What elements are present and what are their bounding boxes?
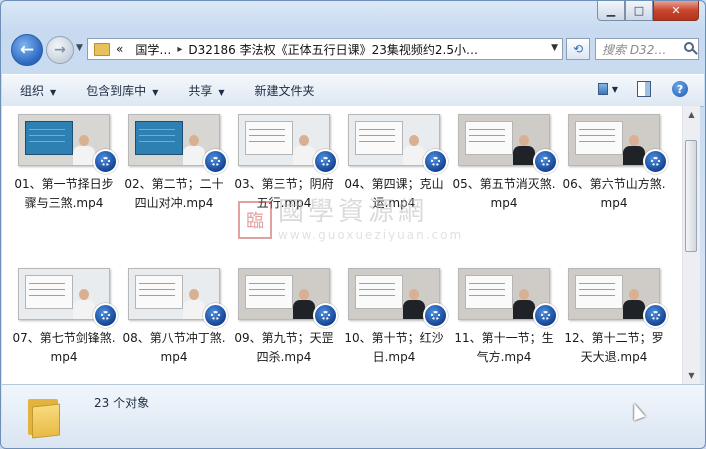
file-item[interactable]: 06、第六节山方煞.mp4 bbox=[559, 114, 669, 213]
media-player-icon bbox=[313, 303, 338, 328]
dropdown-arrow-icon: ▼ bbox=[218, 88, 225, 97]
file-name: 07、第七节剑锋煞.mp4 bbox=[12, 331, 116, 364]
organize-label: 组织 bbox=[20, 84, 45, 98]
file-item[interactable]: 12、第十二节；罗天大退.mp4 bbox=[559, 268, 669, 367]
share-label: 共享 bbox=[188, 84, 213, 98]
folder-icon bbox=[28, 395, 62, 439]
file-name: 11、第十一节；生气方.mp4 bbox=[454, 331, 554, 364]
video-thumbnail bbox=[128, 268, 228, 328]
file-name: 08、第八节冲丁煞.mp4 bbox=[122, 331, 226, 364]
view-icon bbox=[598, 83, 608, 95]
file-item[interactable]: 10、第十节；红沙日.mp4 bbox=[339, 268, 449, 367]
media-player-icon bbox=[423, 149, 448, 174]
file-name: 04、第四课；克山运.mp4 bbox=[344, 177, 444, 210]
new-folder-button[interactable]: 新建文件夹 bbox=[255, 82, 315, 99]
media-player-icon bbox=[203, 303, 228, 328]
media-player-icon bbox=[203, 149, 228, 174]
file-item[interactable]: 04、第四课；克山运.mp4 bbox=[339, 114, 449, 213]
media-player-icon bbox=[423, 303, 448, 328]
file-name: 12、第十二节；罗天大退.mp4 bbox=[564, 331, 664, 364]
file-name: 01、第一节择日步骤与三煞.mp4 bbox=[14, 177, 114, 210]
address-overflow[interactable]: « bbox=[116, 42, 123, 56]
folder-icon bbox=[94, 42, 110, 56]
video-thumbnail bbox=[458, 268, 558, 328]
file-name: 03、第三节；阴府五行.mp4 bbox=[234, 177, 334, 210]
video-thumbnail bbox=[18, 114, 118, 174]
help-button[interactable]: ? bbox=[670, 80, 690, 98]
new-folder-label: 新建文件夹 bbox=[254, 84, 315, 98]
navigation-bar: ← → ▼ « 国学… ▸ D32186 李法权《正体五行日课》23集视频约2.… bbox=[9, 34, 699, 66]
file-name: 02、第二节；二十四山对冲.mp4 bbox=[124, 177, 224, 210]
file-list[interactable]: 01、第一节择日步骤与三煞.mp4 02、第二节；二十四山对冲.mp4 03、第三节… bbox=[2, 106, 682, 384]
minimize-button[interactable]: ▁ bbox=[597, 1, 625, 21]
video-thumbnail bbox=[128, 114, 228, 174]
breadcrumb-part-1[interactable]: 国学… bbox=[135, 41, 171, 58]
item-count: 23 个对象 bbox=[94, 396, 150, 410]
media-player-icon bbox=[643, 303, 668, 328]
video-thumbnail bbox=[458, 114, 558, 174]
media-player-icon bbox=[313, 149, 338, 174]
file-name: 05、第五节消灭煞.mp4 bbox=[452, 177, 556, 210]
file-item[interactable]: 08、第八节冲丁煞.mp4 bbox=[119, 268, 229, 367]
dropdown-arrow-icon: ▼ bbox=[50, 88, 57, 97]
video-thumbnail bbox=[348, 114, 448, 174]
search-input[interactable]: 搜索 D32… bbox=[595, 38, 699, 60]
video-thumbnail bbox=[568, 268, 668, 328]
help-icon: ? bbox=[672, 81, 688, 97]
forward-button[interactable]: → bbox=[46, 36, 74, 64]
refresh-button[interactable]: ⟲ bbox=[566, 38, 590, 60]
scroll-up-icon[interactable]: ▲ bbox=[683, 106, 700, 123]
breadcrumb-separator[interactable]: ▸ bbox=[177, 44, 182, 55]
command-toolbar: 组织 ▼ 包含到库中 ▼ 共享 ▼ 新建文件夹 ▼ ? bbox=[2, 74, 704, 107]
window-caption-buttons: ▁ □ ✕ bbox=[597, 1, 699, 21]
media-player-icon bbox=[93, 303, 118, 328]
search-placeholder: 搜索 D32… bbox=[602, 42, 667, 57]
preview-pane-button[interactable] bbox=[634, 80, 654, 98]
scroll-down-icon[interactable]: ▼ bbox=[683, 367, 700, 384]
explorer-window: ▁ □ ✕ ← → ▼ « 国学… ▸ D32186 李法权《正体五行日课》23… bbox=[0, 0, 706, 449]
file-item[interactable]: 11、第十一节；生气方.mp4 bbox=[449, 268, 559, 367]
recent-pages-dropdown[interactable]: ▼ bbox=[76, 43, 83, 53]
video-thumbnail bbox=[348, 268, 448, 328]
organize-menu[interactable]: 组织 ▼ bbox=[20, 82, 56, 99]
file-name: 10、第十节；红沙日.mp4 bbox=[344, 331, 444, 364]
media-player-icon bbox=[93, 149, 118, 174]
file-item[interactable]: 07、第七节剑锋煞.mp4 bbox=[9, 268, 119, 367]
change-view-button[interactable]: ▼ bbox=[598, 80, 618, 98]
share-menu[interactable]: 共享 ▼ bbox=[188, 82, 224, 99]
address-dropdown-icon[interactable]: ▼ bbox=[551, 43, 558, 53]
file-item[interactable]: 05、第五节消灭煞.mp4 bbox=[449, 114, 559, 213]
scrollbar-thumb[interactable] bbox=[685, 140, 697, 252]
close-button[interactable]: ✕ bbox=[653, 1, 699, 21]
video-thumbnail bbox=[238, 114, 338, 174]
file-item[interactable]: 03、第三节；阴府五行.mp4 bbox=[229, 114, 339, 213]
file-name: 09、第九节；天罡四杀.mp4 bbox=[234, 331, 334, 364]
toolbar-right-group: ▼ ? bbox=[598, 80, 690, 98]
file-item[interactable]: 01、第一节择日步骤与三煞.mp4 bbox=[9, 114, 119, 213]
maximize-button[interactable]: □ bbox=[625, 1, 653, 21]
chevron-down-icon: ▼ bbox=[611, 84, 618, 94]
vertical-scrollbar[interactable]: ▲ ▼ bbox=[682, 106, 700, 384]
include-in-library-label: 包含到库中 bbox=[86, 84, 147, 98]
address-bar[interactable]: « 国学… ▸ D32186 李法权《正体五行日课》23集视频约2.5小… ▼ bbox=[87, 38, 563, 60]
breadcrumb-part-2[interactable]: D32186 李法权《正体五行日课》23集视频约2.5小… bbox=[188, 41, 478, 58]
preview-pane-icon bbox=[637, 81, 651, 97]
file-name: 06、第六节山方煞.mp4 bbox=[562, 177, 666, 210]
video-thumbnail bbox=[18, 268, 118, 328]
media-player-icon bbox=[643, 149, 668, 174]
details-pane: 23 个对象 bbox=[2, 384, 704, 448]
dropdown-arrow-icon: ▼ bbox=[152, 88, 159, 97]
media-player-icon bbox=[533, 303, 558, 328]
file-item[interactable]: 09、第九节；天罡四杀.mp4 bbox=[229, 268, 339, 367]
include-in-library-menu[interactable]: 包含到库中 ▼ bbox=[86, 82, 158, 99]
back-button[interactable]: ← bbox=[11, 34, 43, 66]
search-icon[interactable] bbox=[684, 42, 694, 52]
file-item[interactable]: 02、第二节；二十四山对冲.mp4 bbox=[119, 114, 229, 213]
video-thumbnail bbox=[238, 268, 338, 328]
video-thumbnail bbox=[568, 114, 668, 174]
media-player-icon bbox=[533, 149, 558, 174]
